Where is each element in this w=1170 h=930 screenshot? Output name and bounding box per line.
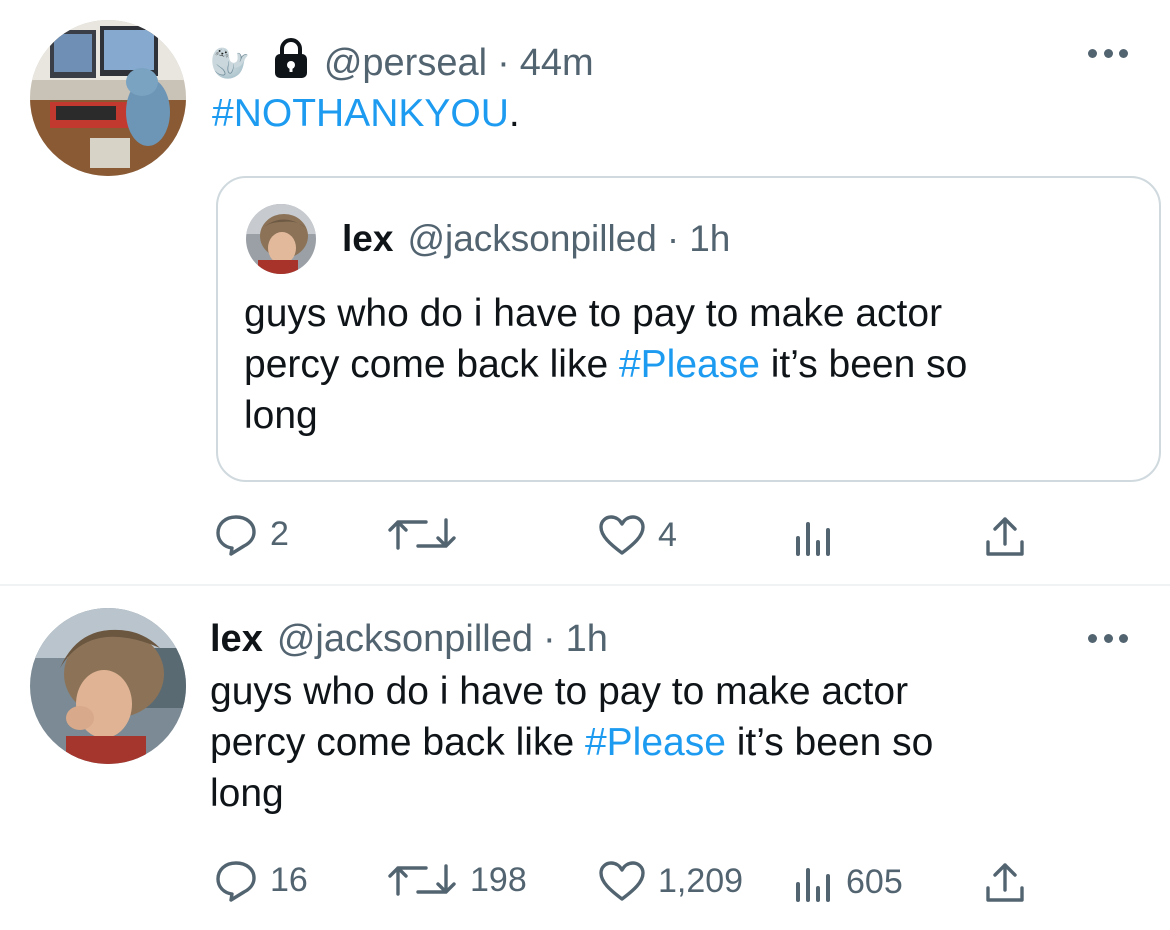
quoted-timestamp: 1h bbox=[689, 218, 731, 259]
like-count: 4 bbox=[658, 515, 677, 554]
share-icon bbox=[986, 863, 1024, 902]
avatar-perseal[interactable] bbox=[30, 20, 186, 176]
author-name[interactable]: lex bbox=[210, 618, 263, 661]
reply-button[interactable]: 16 bbox=[214, 858, 308, 902]
separator-dot: · bbox=[542, 618, 556, 660]
quoted-text-fragment: it’s been so bbox=[759, 343, 968, 386]
lock-icon bbox=[272, 37, 310, 89]
more-options-button[interactable] bbox=[1088, 632, 1128, 644]
seal-emoji: 🦭 bbox=[210, 45, 250, 81]
views-icon bbox=[796, 522, 830, 556]
separator-dot: · bbox=[497, 41, 510, 84]
share-button[interactable] bbox=[984, 514, 1026, 558]
views-count: 605 bbox=[846, 862, 903, 901]
more-dot bbox=[1119, 633, 1128, 643]
avatar-lex-small bbox=[246, 204, 316, 274]
share-icon bbox=[986, 517, 1024, 556]
retweet-button[interactable] bbox=[386, 514, 470, 554]
avatar-lex[interactable] bbox=[30, 608, 186, 764]
reply-icon bbox=[216, 861, 256, 902]
quoted-text-line: guys who do i have to pay to make actor bbox=[244, 292, 943, 335]
quoted-tweet-card[interactable]: lex @jacksonpilled · 1h guys who do i ha… bbox=[216, 176, 1161, 482]
quoted-text-fragment: percy come back like bbox=[244, 343, 619, 386]
quoted-tweet-text: guys who do i have to pay to make actor … bbox=[244, 288, 967, 441]
views-button[interactable]: 605 bbox=[794, 862, 903, 902]
like-count: 1,209 bbox=[658, 861, 744, 900]
tweet-text-fragment: it’s been so bbox=[725, 721, 934, 764]
timestamp[interactable]: 1h bbox=[566, 618, 608, 661]
retweet-button[interactable]: 198 bbox=[386, 860, 527, 900]
quoted-tweet-header: lex @jacksonpilled · 1h bbox=[342, 218, 730, 260]
reply-icon bbox=[216, 515, 256, 556]
like-button[interactable]: 4 bbox=[598, 514, 677, 556]
separator-dot: · bbox=[666, 218, 680, 259]
tweet-actions: 2 4 bbox=[0, 508, 1170, 568]
tweet-text-line: guys who do i have to pay to make actor bbox=[210, 670, 909, 713]
retweet-icon bbox=[388, 864, 456, 896]
tweet-text-line: long bbox=[210, 772, 284, 815]
more-dot bbox=[1088, 633, 1097, 643]
more-options-button[interactable] bbox=[1088, 47, 1128, 59]
tweet-perseal[interactable]: 🦭 @perseal · 44m #NOTHANKYOU. lex @jacks… bbox=[0, 0, 1170, 584]
author-handle[interactable]: @jacksonpilled bbox=[277, 618, 533, 661]
quoted-author-handle: @jacksonpilled bbox=[407, 218, 657, 259]
hashtag-link[interactable]: #Please bbox=[585, 721, 726, 764]
share-button[interactable] bbox=[984, 860, 1026, 904]
more-dot bbox=[1088, 48, 1097, 58]
tweet-text-fragment: percy come back like bbox=[210, 721, 585, 764]
views-button[interactable] bbox=[794, 516, 846, 556]
retweet-icon bbox=[388, 518, 456, 550]
more-dot bbox=[1103, 48, 1113, 58]
like-button[interactable]: 1,209 bbox=[598, 860, 743, 902]
quoted-text-line: long bbox=[244, 394, 318, 437]
author-handle[interactable]: @perseal bbox=[324, 42, 487, 85]
hashtag-link[interactable]: #NOTHANKYOU bbox=[212, 92, 509, 135]
more-dot bbox=[1119, 48, 1128, 58]
timestamp[interactable]: 44m bbox=[520, 42, 594, 85]
heart-icon bbox=[599, 861, 645, 901]
tweet-text: guys who do i have to pay to make actor … bbox=[210, 666, 933, 819]
hashtag-link[interactable]: #Please bbox=[619, 343, 760, 386]
retweet-count: 198 bbox=[470, 860, 527, 899]
quoted-text-line: percy come back like #Please it’s been s… bbox=[244, 339, 967, 390]
reply-count: 16 bbox=[270, 860, 308, 899]
tweet-actions: 16 198 1,209 605 bbox=[0, 850, 1170, 910]
tweet-text-line: percy come back like #Please it’s been s… bbox=[210, 717, 933, 768]
tweet-text: #NOTHANKYOU. bbox=[212, 88, 520, 139]
reply-count: 2 bbox=[270, 514, 289, 553]
views-icon bbox=[796, 868, 830, 902]
tweet-header: lex @jacksonpilled · 1h bbox=[210, 618, 608, 661]
quoted-author-name: lex bbox=[342, 218, 394, 259]
tweet-header: 🦭 @perseal · 44m bbox=[210, 37, 594, 89]
more-dot bbox=[1103, 633, 1113, 643]
heart-icon bbox=[599, 515, 645, 555]
tweet-lex[interactable]: lex @jacksonpilled · 1h guys who do i ha… bbox=[0, 586, 1170, 930]
tweet-text-trailing: . bbox=[508, 92, 520, 135]
reply-button[interactable]: 2 bbox=[214, 512, 289, 556]
